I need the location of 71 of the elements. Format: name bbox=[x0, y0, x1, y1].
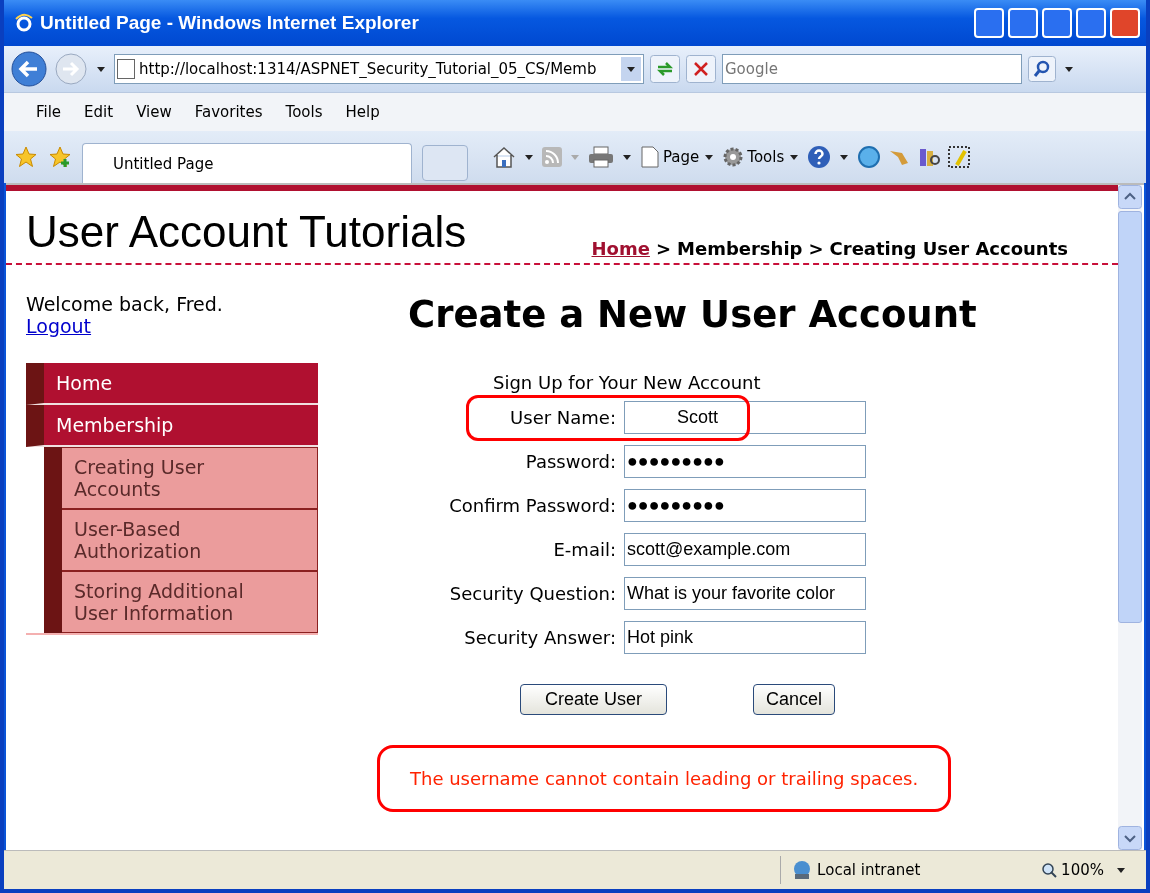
scroll-up-button[interactable] bbox=[1118, 185, 1142, 209]
input-field[interactable]: What is your favorite color bbox=[624, 577, 866, 610]
scroll-down-button[interactable] bbox=[1118, 826, 1142, 850]
printer-icon[interactable] bbox=[588, 146, 614, 168]
input-field[interactable]: Scott bbox=[624, 401, 866, 434]
window-title: Untitled Page - Windows Internet Explorer bbox=[40, 12, 420, 34]
form-button[interactable]: Create User bbox=[520, 684, 668, 715]
search-options-caret-icon[interactable] bbox=[1065, 66, 1073, 72]
menu-item[interactable]: Favorites bbox=[184, 103, 276, 121]
page-icon bbox=[117, 59, 135, 79]
error-message: The username cannot contain leading or trailing spaces. bbox=[377, 745, 952, 812]
field-label: Password: bbox=[524, 451, 616, 472]
menu-item[interactable]: View bbox=[126, 103, 185, 121]
search-button[interactable] bbox=[1028, 56, 1056, 82]
home-icon[interactable] bbox=[492, 146, 516, 168]
address-field[interactable]: http://localhost:1314/ASPNET_Security_Tutorial_05_CS/Memb bbox=[114, 54, 644, 84]
menu-item[interactable]: File bbox=[26, 103, 75, 121]
menu-item[interactable]: Tools bbox=[275, 103, 336, 121]
history-caret-icon[interactable] bbox=[97, 66, 105, 72]
welcome-text: Welcome back, Fred. bbox=[26, 293, 224, 315]
page-heading: Create a New User Account bbox=[408, 293, 977, 336]
form-title: Sign Up for Your New Account bbox=[493, 372, 761, 393]
menu-item[interactable]: Edit bbox=[74, 103, 127, 121]
gear-icon bbox=[722, 146, 745, 168]
input-field[interactable]: scott@example.com bbox=[624, 533, 866, 566]
breadcrumb-separator: > bbox=[808, 238, 824, 259]
print-caret-icon[interactable] bbox=[623, 154, 631, 160]
page-icon bbox=[640, 146, 660, 168]
menu-item[interactable]: Help bbox=[335, 103, 393, 121]
input-field[interactable]: Hot pink bbox=[624, 621, 866, 654]
zoom-level[interactable]: 100% bbox=[1041, 861, 1104, 879]
field-label: Security Answer: bbox=[463, 627, 616, 648]
favorites-star-icon[interactable] bbox=[14, 145, 38, 169]
back-button[interactable] bbox=[10, 50, 48, 88]
breadcrumb-item: Membership bbox=[677, 238, 803, 259]
input-field[interactable]: ●●●●●●●●● bbox=[624, 489, 866, 522]
browser-logo-icon bbox=[14, 13, 34, 33]
globe-icon[interactable] bbox=[857, 145, 882, 169]
nav-subitem[interactable]: User-Based Authorization bbox=[62, 509, 318, 571]
tools-menu-button[interactable]: Tools bbox=[722, 146, 802, 168]
breadcrumb-item: Creating User Accounts bbox=[829, 238, 1068, 259]
site-title: User Account Tutorials bbox=[26, 206, 467, 258]
help-caret-icon[interactable] bbox=[840, 154, 849, 160]
field-label: Confirm Password: bbox=[448, 495, 616, 516]
form-button[interactable]: Cancel bbox=[753, 684, 836, 715]
dropdown-button[interactable] bbox=[621, 57, 641, 81]
scrollbar-thumb[interactable] bbox=[1118, 211, 1142, 623]
field-label: Security Question: bbox=[448, 583, 616, 604]
browser-tab[interactable]: Untitled Page bbox=[82, 143, 412, 183]
breadcrumb-separator: > bbox=[655, 238, 671, 259]
nav-item[interactable]: Membership bbox=[26, 405, 318, 447]
field-label: E-mail: bbox=[552, 539, 616, 560]
magnifier-icon bbox=[1041, 862, 1058, 878]
field-label: User Name: bbox=[509, 407, 616, 428]
nav-subitem[interactable]: Storing Additional User Information bbox=[62, 571, 318, 633]
breadcrumb-link[interactable]: Home bbox=[591, 238, 650, 259]
zoom-caret-icon[interactable] bbox=[1117, 867, 1125, 873]
url-text: http://localhost:1314/ASPNET_Security_Tutorial_05_CS/Memb bbox=[139, 60, 598, 78]
logout-link[interactable]: Logout bbox=[26, 315, 92, 337]
security-zone: Local intranet bbox=[791, 859, 1012, 881]
help-icon[interactable] bbox=[807, 145, 832, 169]
nav-item[interactable]: Home bbox=[26, 363, 318, 405]
input-field[interactable]: ●●●●●●●●● bbox=[624, 445, 866, 478]
search-field[interactable]: Google bbox=[722, 54, 1022, 84]
home-caret-icon[interactable] bbox=[525, 154, 533, 160]
add-favorite-icon[interactable] bbox=[48, 145, 72, 169]
refresh-button[interactable] bbox=[650, 55, 680, 83]
nav-subitem[interactable]: Creating User Accounts bbox=[62, 447, 318, 509]
close-button[interactable] bbox=[1110, 8, 1140, 38]
stop-button[interactable] bbox=[686, 55, 716, 83]
page-menu-button[interactable]: Page bbox=[640, 146, 717, 168]
